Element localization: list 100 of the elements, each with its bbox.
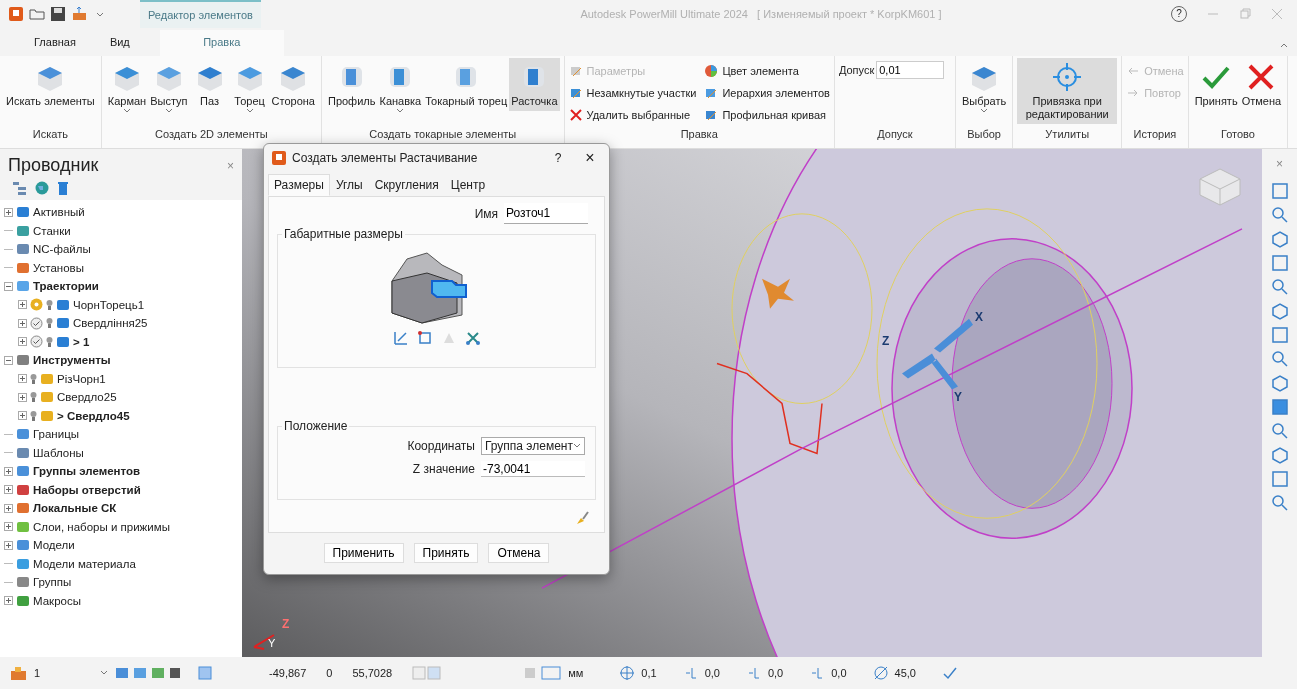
collapse-icon[interactable]: [4, 355, 13, 365]
name-field[interactable]: Розточ1: [504, 203, 588, 224]
brush-icon[interactable]: [574, 510, 590, 526]
tree-item[interactable]: Наборы отверстий: [33, 483, 141, 496]
tree-item[interactable]: Модели: [33, 539, 75, 552]
dialog-tab[interactable]: Скругления: [368, 174, 445, 196]
expand-icon[interactable]: [18, 392, 27, 402]
coordinates-dropdown[interactable]: Группа элемент: [481, 437, 585, 455]
tree-item[interactable]: NC-файлы: [33, 243, 91, 256]
ribbon-tab[interactable]: Вид: [97, 30, 142, 56]
view-tool-icon[interactable]: [1269, 445, 1290, 465]
tree-item[interactable]: Макросы: [33, 594, 81, 607]
export-icon[interactable]: [71, 6, 89, 22]
edit-icon[interactable]: [392, 330, 409, 346]
help-button[interactable]: ?: [543, 151, 573, 165]
view-tool-icon[interactable]: [1269, 421, 1290, 441]
expand-icon[interactable]: [18, 374, 27, 384]
view-tool-icon[interactable]: [1269, 181, 1290, 201]
ribbon-button[interactable]: Незамкнутые участки: [568, 86, 697, 100]
dialog-button[interactable]: Применить: [323, 543, 404, 563]
ribbon-button[interactable]: Отмена: [1239, 58, 1284, 111]
ribbon-button[interactable]: Цвет элемента: [704, 64, 830, 78]
ribbon-tab[interactable]: Правка: [159, 30, 284, 56]
view-tool-icon[interactable]: [1269, 469, 1290, 489]
expand-icon[interactable]: [4, 540, 13, 550]
ribbon-button[interactable]: Канавка: [377, 58, 424, 117]
ribbon-button[interactable]: Карман: [105, 58, 149, 117]
app-logo-icon[interactable]: [8, 6, 24, 22]
expand-icon[interactable]: [18, 337, 27, 347]
tree-item[interactable]: Слои, наборы и прижимы: [33, 520, 170, 533]
ribbon-button[interactable]: Удалить выбранные: [568, 108, 697, 122]
tree-item[interactable]: > Свердло45: [57, 409, 130, 422]
tree-item[interactable]: Локальные СК: [33, 502, 117, 515]
view-tool-icon[interactable]: [1269, 277, 1290, 297]
close-button[interactable]: ×: [579, 149, 601, 167]
ribbon-button[interactable]: Паз: [189, 58, 230, 111]
ribbon-button[interactable]: Профильная кривая: [704, 108, 830, 122]
view-tool-icon[interactable]: [1269, 349, 1290, 369]
tree-item[interactable]: Группы: [33, 576, 72, 589]
view-tool-icon[interactable]: [1269, 493, 1290, 513]
context-tab[interactable]: Редактор элементов: [140, 0, 261, 28]
expand-icon[interactable]: [4, 466, 13, 476]
tree-item[interactable]: Модели материала: [33, 557, 136, 570]
view-tool-icon[interactable]: [1269, 301, 1290, 321]
expand-icon[interactable]: [4, 485, 13, 495]
ribbon-button[interactable]: Сторона: [269, 58, 317, 111]
ribbon-button[interactable]: Иерархия элементов: [704, 86, 830, 100]
tree-item[interactable]: Активный: [33, 206, 85, 219]
tree-item[interactable]: Станки: [33, 224, 71, 237]
tree-item[interactable]: РізЧорн1: [57, 372, 106, 385]
ribbon-tab[interactable]: Главная: [22, 30, 88, 56]
tree-item[interactable]: Свердло25: [57, 391, 117, 404]
frame-icon[interactable]: [416, 330, 433, 346]
open-folder-icon[interactable]: [29, 6, 45, 22]
expand-icon[interactable]: [4, 596, 13, 606]
expand-icon[interactable]: [18, 318, 27, 328]
trash-icon[interactable]: [56, 180, 70, 196]
expand-icon[interactable]: [4, 207, 13, 217]
dialog-tab[interactable]: Размеры: [268, 174, 330, 196]
expand-icon[interactable]: [4, 503, 13, 513]
caret-icon[interactable]: [100, 670, 108, 676]
globe-icon[interactable]: [34, 180, 50, 196]
expand-icon[interactable]: [4, 522, 13, 532]
tree-item[interactable]: Инструменты: [33, 354, 111, 367]
expand-icon[interactable]: [18, 300, 27, 310]
ribbon-button[interactable]: Выступ: [148, 58, 190, 117]
ribbon-button[interactable]: Искать элементы: [4, 58, 97, 111]
check-icon[interactable]: [941, 666, 958, 680]
ribbon-button[interactable]: Торец: [229, 58, 270, 117]
diameter-icon[interactable]: [872, 665, 889, 681]
view-tool-icon[interactable]: [1269, 325, 1290, 345]
layer-value[interactable]: 1: [34, 667, 94, 679]
tree-item[interactable]: ЧорнТорець1: [73, 298, 145, 311]
view-tool-icon[interactable]: [1269, 229, 1290, 249]
tree-item[interactable]: > 1: [73, 335, 90, 348]
save-icon[interactable]: [50, 6, 66, 22]
ribbon-button[interactable]: Принять: [1192, 58, 1240, 111]
scissors-icon[interactable]: [464, 330, 481, 346]
expand-icon[interactable]: [18, 411, 27, 421]
tree-item[interactable]: Свердління25: [73, 317, 148, 330]
view-tool-icon[interactable]: [1269, 373, 1290, 393]
view-tool-icon[interactable]: [1269, 205, 1290, 225]
toggle-icon[interactable]: [412, 666, 443, 680]
tree-item[interactable]: Группы элементов: [33, 465, 141, 478]
dialog-tab[interactable]: Углы: [329, 174, 369, 196]
ribbon-button[interactable]: Токарный торец: [423, 58, 510, 111]
dialog-tab[interactable]: Центр: [444, 174, 492, 196]
dialog-button[interactable]: Принять: [413, 543, 479, 563]
crosshair-icon[interactable]: [619, 665, 636, 681]
tree-item[interactable]: Шаблоны: [33, 446, 84, 459]
dialog-button[interactable]: Отмена: [488, 543, 550, 563]
z-value-field[interactable]: -73,0041: [481, 461, 585, 477]
ribbon-button[interactable]: Профиль: [325, 58, 378, 111]
ribbon-button[interactable]: Расточка: [509, 58, 560, 111]
tree-item[interactable]: Границы: [33, 428, 79, 441]
ribbon-button[interactable]: Выбрать: [959, 58, 1009, 117]
ribbon-button[interactable]: Привязка при редактировании: [1017, 58, 1118, 124]
view-tool-icon[interactable]: [1269, 253, 1290, 273]
tree-item[interactable]: Установы: [33, 261, 84, 274]
view-tool-icon[interactable]: [1269, 397, 1290, 417]
